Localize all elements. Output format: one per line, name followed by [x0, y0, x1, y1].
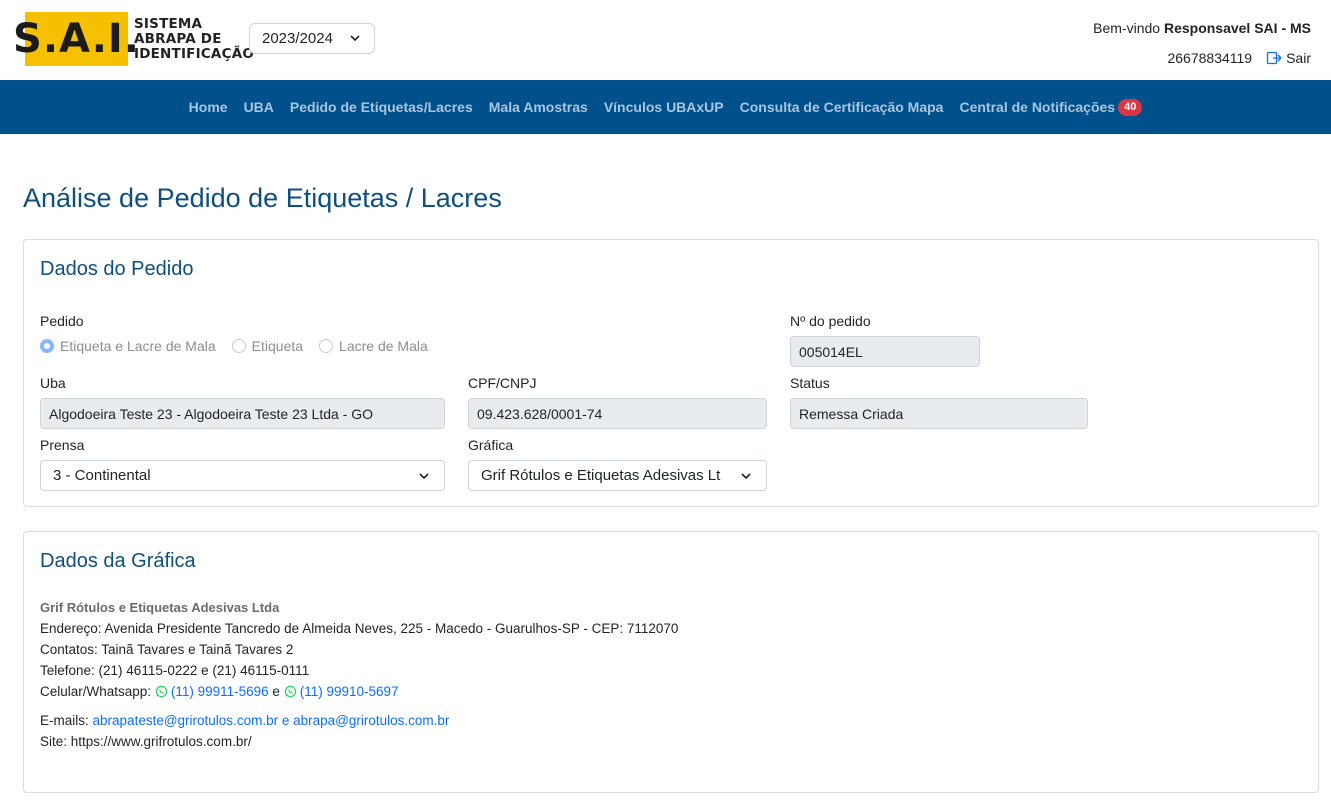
status-field: Remessa Criada	[790, 398, 1088, 429]
year-select[interactable]: 2023/2024	[249, 23, 375, 54]
radio-etiqueta-lacre[interactable]: Etiqueta e Lacre de Mala	[40, 338, 216, 354]
numero-pedido-label: Nº do pedido	[790, 313, 871, 329]
main-navbar: Home UBA Pedido de Etiquetas/Lacres Mala…	[0, 80, 1331, 134]
celular-label: Celular/Whatsapp:	[40, 684, 152, 699]
dados-pedido-title: Dados do Pedido	[40, 258, 194, 280]
welcome-user: Responsavel SAI - MS	[1163, 20, 1311, 36]
logo-letters: S.A.I.	[13, 16, 140, 62]
uba-label: Uba	[40, 375, 66, 391]
pedido-radio-group: Etiqueta e Lacre de Mala Etiqueta Lacre …	[40, 338, 428, 354]
logo-line-3: IDENTIFICAÇÃO	[134, 45, 255, 62]
pedido-label: Pedido	[40, 313, 84, 329]
dados-grafica-card: Dados da Gráfica Grif Rótulos e Etiqueta…	[23, 531, 1319, 793]
top-header: S.A.I. SISTEMA ABRAPA DE IDENTIFICAÇÃO 2…	[0, 0, 1331, 80]
grafica-emails: E-mails: abrapateste@grirotulos.com.br e…	[40, 713, 449, 728]
whatsapp-link-2[interactable]: (11) 99910-5697	[284, 684, 399, 699]
radio-etiqueta-lacre-label: Etiqueta e Lacre de Mala	[60, 338, 216, 354]
chevron-down-icon	[740, 470, 752, 482]
whatsapp-link-1[interactable]: (11) 99911-5696	[155, 684, 273, 699]
nav-home[interactable]: Home	[189, 99, 228, 115]
nav-consulta-certificacao[interactable]: Consulta de Certificação Mapa	[740, 99, 944, 115]
nav-uba[interactable]: UBA	[244, 99, 274, 115]
whatsapp-icon	[155, 685, 168, 698]
welcome-message: Bem-vindo Responsavel SAI - MS	[1093, 20, 1311, 36]
grafica-label: Gráfica	[468, 437, 514, 453]
numero-pedido-field: 005014EL	[790, 336, 980, 367]
user-id: 26678834119	[1167, 50, 1253, 66]
whatsapp-icon	[284, 685, 296, 698]
year-select-value: 2023/2024	[262, 30, 333, 47]
dados-grafica-title: Dados da Gráfica	[40, 550, 196, 572]
email-link-2[interactable]: abrapa@grirotulos.com.br	[293, 713, 449, 728]
nav-central-notificacoes-label: Central de Notificações	[959, 99, 1116, 115]
chevron-down-icon	[418, 470, 430, 482]
logout-button[interactable]: Sair	[1266, 50, 1311, 66]
cpf-cnpj-field: 09.423.628/0001-74	[468, 398, 767, 429]
prensa-label: Prensa	[40, 437, 85, 453]
grafica-contatos: Contatos: Tainã Tavares e Tainã Tavares …	[40, 642, 294, 657]
grafica-name: Grif Rótulos e Etiquetas Adesivas Ltda	[40, 600, 280, 615]
grafica-site: Site: https://www.grifrotulos.com.br/	[40, 734, 252, 749]
nav-central-notificacoes[interactable]: Central de Notificações 40	[959, 98, 1143, 116]
radio-lacre-mala-label: Lacre de Mala	[339, 338, 428, 354]
logo-mark: S.A.I.	[13, 12, 139, 66]
grafica-endereco: Endereço: Avenida Presidente Tancredo de…	[40, 621, 679, 636]
uba-field: Algodoeira Teste 23 - Algodoeira Teste 2…	[40, 398, 445, 429]
cpf-cnpj-label: CPF/CNPJ	[468, 375, 537, 391]
whatsapp-number-1: (11) 99911-5696	[170, 684, 269, 699]
nav-mala-amostras[interactable]: Mala Amostras	[489, 99, 588, 115]
radio-checked-icon	[40, 339, 54, 353]
prensa-select-value: 3 - Continental	[53, 467, 151, 484]
celular-separator: e	[272, 684, 280, 699]
radio-unchecked-icon	[319, 339, 334, 353]
whatsapp-number-2: (11) 99910-5697	[299, 684, 399, 699]
logo-line-1: SISTEMA	[134, 15, 203, 32]
email-separator: e	[281, 713, 290, 728]
radio-lacre-mala[interactable]: Lacre de Mala	[319, 338, 428, 354]
welcome-prefix: Bem-vindo	[1093, 20, 1161, 36]
user-line: 26678834119 Sair	[1167, 50, 1311, 66]
dados-pedido-card: Dados do Pedido Pedido Etiqueta e Lacre …	[23, 239, 1319, 507]
grafica-select-value: Grif Rótulos e Etiquetas Adesivas Lt	[481, 467, 721, 484]
email-link-1[interactable]: abrapateste@grirotulos.com.br	[93, 713, 279, 728]
logo-line-2: ABRAPA DE	[134, 30, 222, 47]
page-title: Análise de Pedido de Etiquetas / Lacres	[23, 183, 502, 213]
logout-label: Sair	[1286, 50, 1311, 66]
logout-icon	[1266, 51, 1283, 65]
chevron-down-icon	[350, 35, 360, 42]
sai-logo[interactable]: S.A.I. SISTEMA ABRAPA DE IDENTIFICAÇÃO	[13, 12, 255, 66]
grafica-select[interactable]: Grif Rótulos e Etiquetas Adesivas Lt	[468, 460, 767, 491]
prensa-select[interactable]: 3 - Continental	[40, 460, 445, 491]
radio-unchecked-icon	[231, 339, 246, 353]
status-label: Status	[790, 375, 830, 391]
radio-etiqueta[interactable]: Etiqueta	[231, 338, 304, 354]
notification-count-badge: 40	[1118, 98, 1143, 116]
radio-etiqueta-label: Etiqueta	[251, 338, 304, 354]
nav-vinculos[interactable]: Vínculos UBAxUP	[604, 99, 724, 115]
logo-text: SISTEMA ABRAPA DE IDENTIFICAÇÃO	[134, 15, 255, 62]
grafica-celular: Celular/Whatsapp: (11) 99911-5696 e (11)…	[40, 684, 399, 699]
grafica-telefone: Telefone: (21) 46115-0222 e (21) 46115-0…	[40, 663, 310, 678]
nav-pedido-etiquetas[interactable]: Pedido de Etiquetas/Lacres	[290, 99, 473, 115]
emails-label: E-mails:	[40, 713, 89, 728]
